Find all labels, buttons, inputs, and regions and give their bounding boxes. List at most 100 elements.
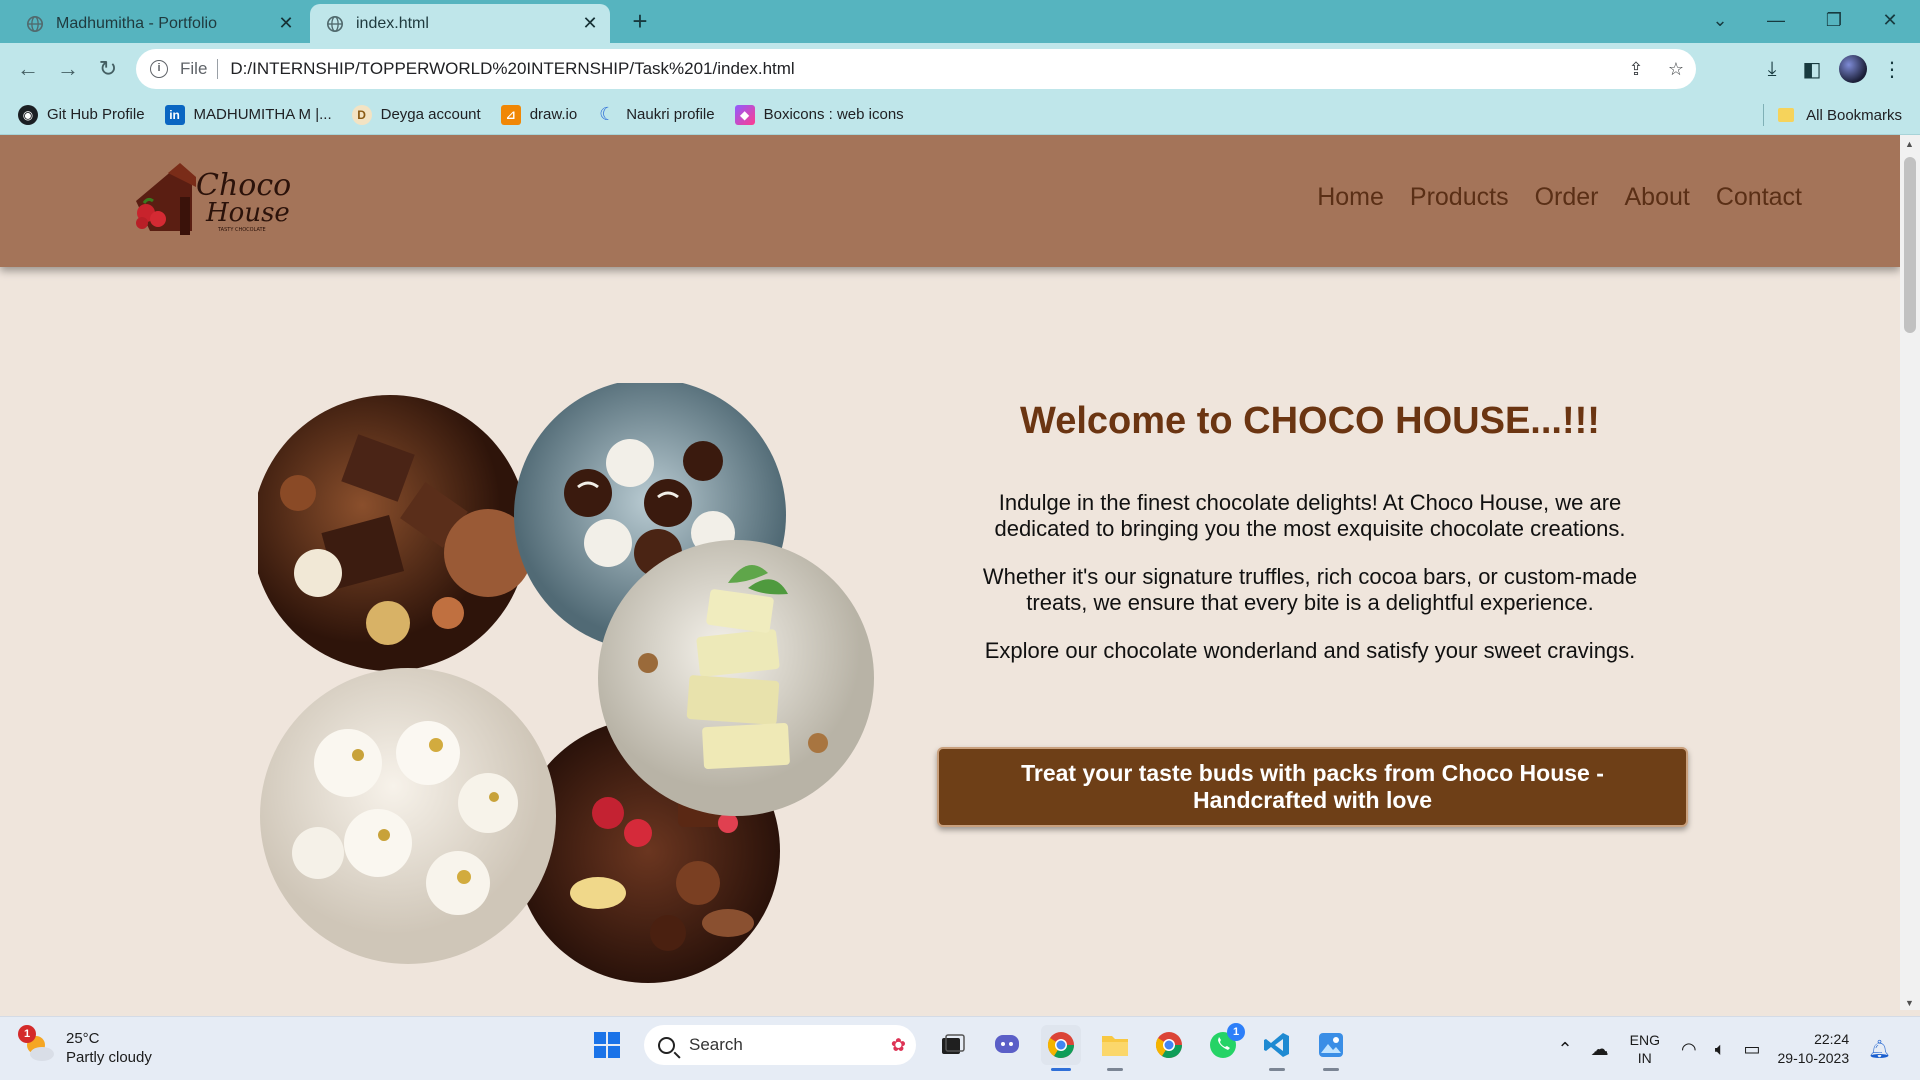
scroll-down-icon[interactable]: ▼ (1905, 998, 1914, 1008)
bookmarks-bar: ◉ Git Hub Profile in MADHUMITHA M |... D… (0, 95, 1920, 135)
chrome-active-icon[interactable] (1041, 1025, 1081, 1071)
bookmark-linkedin[interactable]: in MADHUMITHA M |... (164, 104, 332, 125)
restore-button[interactable]: ❐ (1806, 0, 1862, 40)
minimize-button[interactable]: — (1748, 0, 1804, 40)
globe-icon (326, 15, 344, 32)
site-nav: Home Products Order About Contact (1317, 183, 1802, 212)
divider (1763, 104, 1765, 126)
language-code: ENG (1629, 1032, 1660, 1048)
site-header: Choco House TASTY CHOCOLATE Home Product… (0, 135, 1900, 267)
taskbar-apps: Search ✿ 1 (580, 1023, 1358, 1071)
hero-paragraph: Indulge in the finest chocolate delights… (994, 490, 1626, 541)
side-panel-icon[interactable]: ◧ (1796, 53, 1828, 85)
taskbar-search[interactable]: Search ✿ (644, 1025, 916, 1065)
chevron-up-icon[interactable]: ⌃ (1558, 1039, 1573, 1060)
task-view-icon[interactable] (933, 1025, 973, 1065)
nav-about[interactable]: About (1624, 183, 1689, 212)
search-icon (658, 1036, 675, 1054)
address-bar[interactable]: i File D:/INTERNSHIP/TOPPERWORLD%20INTER… (136, 49, 1696, 89)
clock-date: 29-10-2023 (1777, 1050, 1850, 1066)
all-bookmarks[interactable]: All Bookmarks (1763, 95, 1902, 135)
chrome-icon[interactable] (1149, 1025, 1189, 1065)
logo-tagline: TASTY CHOCOLATE (217, 227, 266, 233)
tab-strip: Madhumitha - Portfolio ✕ index.html ✕ + … (0, 0, 1920, 43)
close-window-button[interactable]: ✕ (1862, 0, 1918, 40)
open-indicator (1269, 1068, 1285, 1071)
bookmark-label: MADHUMITHA M |... (193, 106, 332, 123)
active-indicator (1051, 1068, 1071, 1071)
scroll-up-icon[interactable]: ▲ (1905, 139, 1914, 149)
clock[interactable]: 22:24 29-10-2023 (1778, 1030, 1850, 1068)
chocolate-collage (258, 383, 874, 983)
close-icon[interactable]: ✕ (576, 13, 604, 34)
teams-chat-icon[interactable] (987, 1025, 1027, 1065)
bookmark-naukri[interactable]: ☾ Naukri profile (597, 104, 715, 125)
info-icon[interactable]: i (150, 60, 168, 78)
bookmark-label: Git Hub Profile (47, 106, 145, 123)
download-icon[interactable]: ⤓ (1756, 53, 1788, 85)
scrollbar-thumb[interactable] (1904, 157, 1916, 333)
taskbar: 1 25°C Partly cloudy Search ✿ 1 ⌃ ☁ ENG … (0, 1016, 1920, 1080)
nav-order[interactable]: Order (1535, 183, 1599, 212)
file-explorer-icon[interactable] (1095, 1025, 1135, 1071)
page-viewport: Choco House TASTY CHOCOLATE Home Product… (0, 135, 1900, 1010)
onedrive-cloud-icon[interactable]: ☁ (1591, 1039, 1609, 1060)
vscode-icon[interactable] (1257, 1025, 1297, 1071)
tab-index[interactable]: index.html ✕ (310, 4, 610, 43)
tab-title: Madhumitha - Portfolio (56, 14, 217, 32)
forward-button[interactable]: → (52, 53, 84, 85)
search-label: Search (689, 1035, 743, 1054)
star-icon[interactable]: ☆ (1656, 59, 1696, 80)
tab-title: index.html (356, 14, 429, 32)
nav-home[interactable]: Home (1317, 183, 1384, 212)
notification-bell-icon[interactable]: 🔔︎ (1868, 1039, 1891, 1060)
close-icon[interactable]: ✕ (272, 13, 300, 34)
browser-chrome: Madhumitha - Portfolio ✕ index.html ✕ + … (0, 0, 1920, 135)
battery-icon[interactable]: ▭ (1744, 1039, 1761, 1060)
drawio-icon: ⊿ (500, 104, 521, 125)
bookmark-label: Naukri profile (626, 106, 715, 123)
divider (217, 59, 219, 79)
whatsapp-icon[interactable]: 1 (1203, 1023, 1245, 1065)
tab-search-chevron-icon[interactable]: ⌄ (1692, 0, 1748, 40)
photos-app-icon[interactable] (1311, 1025, 1351, 1071)
bookmark-label: Deyga account (380, 106, 481, 123)
bookmark-github[interactable]: ◉ Git Hub Profile (18, 104, 145, 125)
hero-description: Indulge in the finest chocolate delights… (960, 490, 1660, 686)
profile-avatar[interactable] (1839, 55, 1867, 83)
language-indicator[interactable]: ENG IN (1630, 1031, 1660, 1067)
volume-icon[interactable]: 🔈︎ (1715, 1039, 1726, 1060)
reload-button[interactable]: ↻ (92, 53, 124, 85)
github-icon: ◉ (18, 104, 38, 125)
chocolate-pieces-image (258, 395, 532, 671)
windows-start-icon[interactable] (587, 1025, 627, 1065)
whatsapp-badge: 1 (1227, 1023, 1245, 1041)
back-button[interactable]: ← (12, 53, 44, 85)
white-truffles-image (260, 668, 556, 964)
weather-condition: Partly cloudy (66, 1049, 152, 1066)
weather-widget[interactable]: 1 25°C Partly cloudy (18, 1025, 152, 1067)
bookmark-deyga[interactable]: D Deyga account (351, 104, 481, 125)
hero-paragraph: Explore our chocolate wonderland and sat… (984, 638, 1636, 663)
bookmark-drawio[interactable]: ⊿ draw.io (500, 104, 578, 125)
weather-badge: 1 (18, 1025, 36, 1043)
language-region: IN (1637, 1050, 1652, 1066)
bookmark-boxicons[interactable]: ◆ Boxicons : web icons (734, 104, 904, 125)
choco-house-logo[interactable]: Choco House TASTY CHOCOLATE (130, 157, 300, 237)
wifi-icon[interactable]: ◠ (1681, 1039, 1697, 1060)
menu-kebab-icon[interactable]: ⋮ (1876, 53, 1908, 85)
url-text[interactable]: D:/INTERNSHIP/TOPPERWORLD%20INTERNSHIP/T… (230, 59, 1616, 79)
globe-icon (26, 15, 44, 32)
partly-cloudy-icon: 1 (18, 1025, 56, 1065)
bookmark-label: draw.io (529, 106, 578, 123)
nav-contact[interactable]: Contact (1716, 183, 1802, 212)
deyga-icon: D (351, 104, 372, 125)
page-scrollbar[interactable]: ▲ ▼ (1900, 135, 1920, 1010)
tab-portfolio[interactable]: Madhumitha - Portfolio ✕ (10, 4, 306, 43)
scheme-label: File (180, 59, 208, 78)
cta-banner-button[interactable]: Treat your taste buds with packs from Ch… (937, 747, 1688, 827)
new-tab-button[interactable]: + (624, 6, 656, 38)
open-indicator (1323, 1068, 1339, 1071)
nav-products[interactable]: Products (1410, 183, 1509, 212)
share-icon[interactable]: ⇪ (1616, 59, 1656, 80)
